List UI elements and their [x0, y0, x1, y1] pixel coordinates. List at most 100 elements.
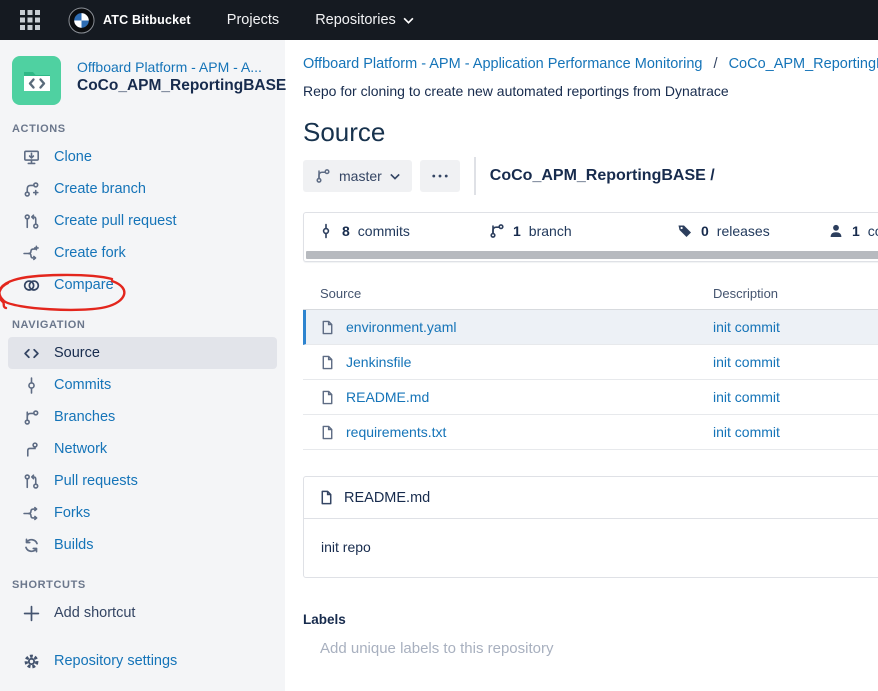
repositories-menu-item[interactable]: Repositories [315, 12, 414, 28]
branch-icon [315, 168, 331, 184]
compare-icon [22, 276, 40, 294]
sidebar-item-source[interactable]: Source [8, 337, 277, 369]
stat-contributors[interactable]: 1 contributor [828, 223, 878, 239]
file-table-header: Source Description [303, 286, 878, 310]
sidebar-item-repository-settings[interactable]: Repository settings [8, 645, 277, 677]
file-link[interactable]: environment.yaml [346, 319, 457, 335]
chevron-down-icon [390, 173, 400, 180]
file-icon [320, 390, 335, 405]
main-content: Offboard Platform - APM - Application Pe… [285, 40, 878, 691]
repository-description: Repo for cloning to create new automated… [303, 83, 878, 99]
stat-branches[interactable]: 1 branch [489, 223, 572, 239]
app-grid-icon[interactable] [18, 8, 42, 32]
sidebar-item-label: Create fork [54, 245, 126, 261]
horizontal-scrollbar[interactable] [306, 251, 878, 259]
sidebar-item-builds[interactable]: Builds [8, 529, 277, 561]
actions-section-label: ACTIONS [0, 123, 285, 135]
labels-heading: Labels [303, 612, 878, 627]
shortcuts-section-label: SHORTCUTS [0, 579, 285, 591]
sidebar-item-label: Forks [54, 505, 90, 521]
readme-panel: README.md init repo [303, 476, 878, 578]
sidebar-item-clone[interactable]: Clone [8, 141, 277, 173]
table-row[interactable]: Jenkinsfile init commit [303, 345, 878, 380]
sidebar-item-create-pull-request[interactable]: Create pull request [8, 205, 277, 237]
divider [474, 157, 476, 195]
file-table: Source Description environment.yaml init… [303, 286, 878, 450]
bmw-logo-icon [68, 7, 95, 34]
page-title: Source [303, 117, 878, 148]
fork-icon [22, 244, 40, 262]
branch-name: master [339, 168, 382, 184]
sidebar-item-forks[interactable]: Forks [8, 497, 277, 529]
sidebar-item-label: Compare [54, 277, 114, 293]
column-header-source: Source [320, 286, 713, 301]
branch-icon [489, 223, 505, 239]
breadcrumb-project-link[interactable]: Offboard Platform - APM - Application Pe… [303, 56, 702, 72]
sidebar-item-label: Pull requests [54, 473, 138, 489]
sidebar-item-label: Commits [54, 377, 111, 393]
commit-message-link[interactable]: init commit [713, 319, 780, 335]
table-row[interactable]: environment.yaml init commit [303, 310, 878, 345]
projects-menu-item[interactable]: Projects [227, 12, 279, 28]
file-link[interactable]: README.md [346, 389, 429, 405]
commit-message-link[interactable]: init commit [713, 424, 780, 440]
pull-request-icon [22, 212, 40, 230]
stat-releases[interactable]: 0 releases [677, 223, 770, 239]
stat-value: 8 [342, 223, 350, 239]
readme-filename: README.md [344, 490, 430, 506]
brand-title: ATC Bitbucket [103, 13, 191, 27]
breadcrumb-repo-link[interactable]: CoCo_APM_ReportingBASE [729, 56, 878, 72]
stat-value: 1 [852, 223, 860, 239]
stat-value: 0 [701, 223, 709, 239]
file-icon [320, 425, 335, 440]
sidebar-item-label: Branches [54, 409, 115, 425]
stat-label: branch [529, 223, 572, 239]
repository-sidebar: Offboard Platform - APM - A... CoCo_APM_… [0, 40, 285, 691]
top-navigation-bar: ATC Bitbucket Projects Repositories [0, 0, 878, 40]
sidebar-item-pull-requests[interactable]: Pull requests [8, 465, 277, 497]
commit-message-link[interactable]: init commit [713, 354, 780, 370]
column-header-description: Description [713, 286, 778, 301]
repository-stats-bar: 8 commits 1 branch 0 releases [303, 212, 878, 262]
file-link[interactable]: requirements.txt [346, 424, 446, 440]
stat-label: commits [358, 223, 410, 239]
sidebar-project-link[interactable]: Offboard Platform - APM - A... [77, 59, 273, 75]
person-icon [828, 223, 844, 239]
chevron-down-icon [403, 17, 414, 24]
code-icon [22, 344, 40, 362]
sidebar-item-create-fork[interactable]: Create fork [8, 237, 277, 269]
topbar-menu: Projects Repositories [227, 12, 414, 28]
file-link[interactable]: Jenkinsfile [346, 354, 411, 370]
sidebar-repo-name: CoCo_APM_ReportingBASE [77, 77, 273, 95]
more-options-button[interactable] [420, 160, 460, 192]
file-icon [320, 320, 335, 335]
sidebar-item-create-branch[interactable]: Create branch [8, 173, 277, 205]
labels-placeholder[interactable]: Add unique labels to this repository [320, 640, 878, 657]
branch-icon [22, 408, 40, 426]
sidebar-item-add-shortcut[interactable]: Add shortcut [8, 597, 277, 629]
bitbucket-home-link[interactable]: ATC Bitbucket [68, 7, 191, 34]
table-row[interactable]: README.md init commit [303, 380, 878, 415]
source-controls: master CoCo_APM_ReportingBASE / [303, 160, 878, 192]
sidebar-item-label: Builds [54, 537, 94, 553]
sidebar-item-label: Create branch [54, 181, 146, 197]
plus-icon [22, 604, 40, 622]
file-icon [319, 490, 334, 505]
file-icon [320, 355, 335, 370]
labels-section: Labels Add unique labels to this reposit… [303, 612, 878, 657]
repository-avatar[interactable] [12, 56, 61, 105]
sidebar-item-compare[interactable]: Compare [8, 269, 277, 301]
stat-commits[interactable]: 8 commits [318, 223, 410, 239]
table-row[interactable]: requirements.txt init commit [303, 415, 878, 450]
breadcrumb: Offboard Platform - APM - Application Pe… [303, 56, 878, 72]
navigation-section-label: NAVIGATION [0, 319, 285, 331]
sidebar-item-branches[interactable]: Branches [8, 401, 277, 433]
readme-content: init repo [304, 519, 878, 577]
commit-message-link[interactable]: init commit [713, 389, 780, 405]
commit-icon [318, 223, 334, 239]
sidebar-item-label: Add shortcut [54, 605, 135, 621]
stat-value: 1 [513, 223, 521, 239]
sidebar-item-commits[interactable]: Commits [8, 369, 277, 401]
branch-selector-button[interactable]: master [303, 160, 412, 192]
sidebar-item-network[interactable]: Network [8, 433, 277, 465]
